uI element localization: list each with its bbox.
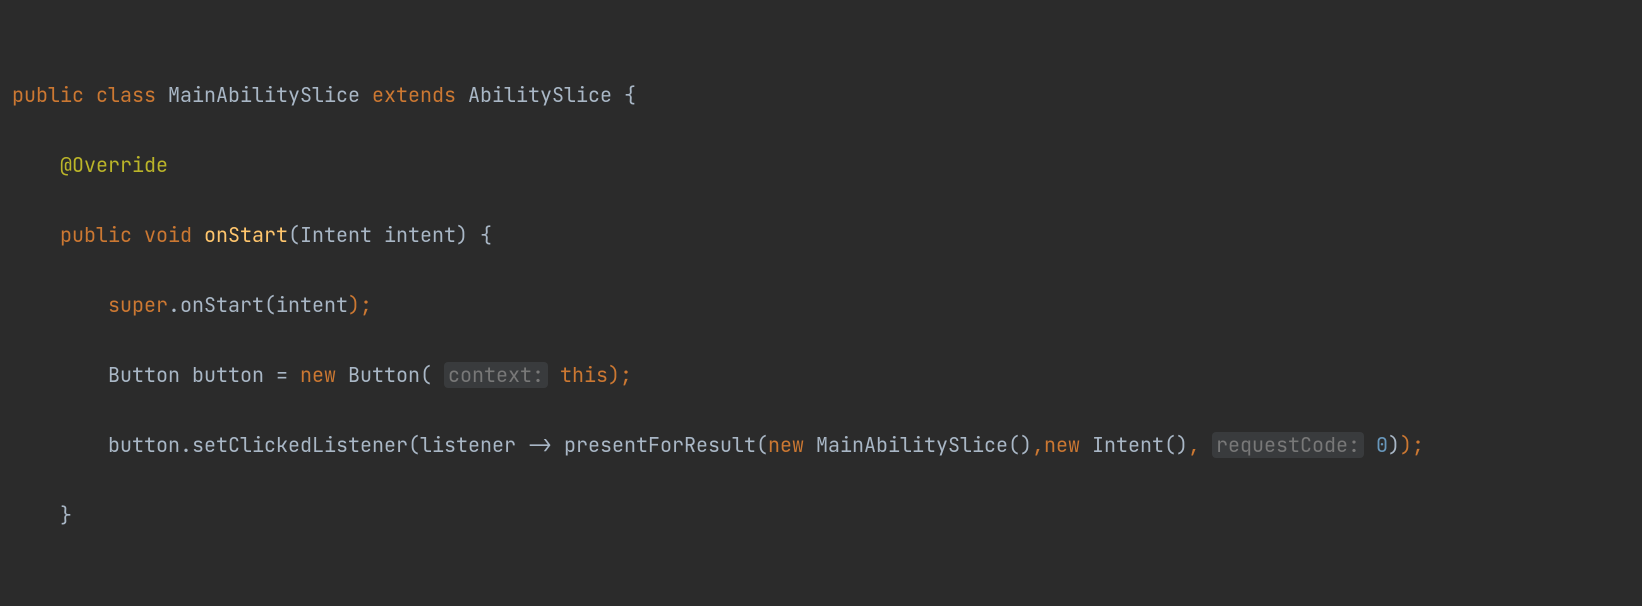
paren-close-semi: ); bbox=[348, 292, 372, 318]
keyword-this: this bbox=[560, 362, 608, 388]
paren-pair: () bbox=[1164, 432, 1188, 458]
arrow: -> bbox=[528, 432, 552, 458]
code-line[interactable]: button.setClickedListener(listener -> pr… bbox=[12, 428, 1642, 463]
paren-open: ( bbox=[264, 292, 276, 318]
call-presentForResult: presentForResult bbox=[564, 432, 756, 458]
paren-open: ( bbox=[408, 432, 420, 458]
literal-zero: 0 bbox=[1376, 432, 1388, 458]
comma: , bbox=[1188, 432, 1200, 458]
paren-close-semi: ); bbox=[608, 362, 632, 388]
method-onStart: onStart bbox=[204, 222, 288, 248]
code-line[interactable]: @Override bbox=[12, 148, 1642, 183]
keyword-new: new bbox=[1044, 432, 1080, 458]
superclass-name: AbilitySlice bbox=[468, 82, 612, 108]
assign: = bbox=[276, 362, 288, 388]
code-line[interactable]: public class MainAbilitySlice extends Ab… bbox=[12, 78, 1642, 113]
dot: . bbox=[180, 432, 192, 458]
dot: . bbox=[168, 292, 180, 318]
var-button: button bbox=[108, 432, 180, 458]
code-line[interactable]: } bbox=[12, 498, 1642, 533]
keyword-new: new bbox=[300, 362, 336, 388]
keyword-super: super bbox=[108, 292, 168, 318]
var-button: button bbox=[192, 362, 264, 388]
keyword-public: public bbox=[60, 222, 132, 248]
arg-intent: intent bbox=[276, 292, 348, 318]
paren-open: ( bbox=[288, 222, 300, 248]
brace-close: } bbox=[60, 502, 72, 528]
code-line[interactable]: Button button = new Button( context: thi… bbox=[12, 358, 1642, 393]
paren-close: ) bbox=[456, 222, 468, 248]
brace-open: { bbox=[480, 222, 492, 248]
annotation-override: @Override bbox=[60, 152, 168, 178]
ctor-button: Button bbox=[348, 362, 420, 388]
code-editor[interactable]: public class MainAbilitySlice extends Ab… bbox=[0, 0, 1642, 606]
class-name: MainAbilitySlice bbox=[168, 82, 360, 108]
hint-requestCode: requestCode: bbox=[1212, 432, 1364, 458]
keyword-extends: extends bbox=[372, 82, 456, 108]
brace-open: { bbox=[624, 82, 636, 108]
keyword-new: new bbox=[768, 432, 804, 458]
param-intent: intent bbox=[384, 222, 456, 248]
paren-close: ) bbox=[1388, 432, 1400, 458]
paren-open: ( bbox=[756, 432, 768, 458]
call-setClickedListener: setClickedListener bbox=[192, 432, 408, 458]
type-button: Button bbox=[108, 362, 180, 388]
ctor-intent: Intent bbox=[1092, 432, 1164, 458]
type-intent: Intent bbox=[300, 222, 372, 248]
comma: , bbox=[1032, 432, 1044, 458]
paren-close-semi: ); bbox=[1400, 432, 1424, 458]
keyword-class: class bbox=[96, 82, 156, 108]
keyword-void: void bbox=[144, 222, 192, 248]
paren-pair: () bbox=[1008, 432, 1032, 458]
hint-context: context: bbox=[444, 362, 548, 388]
paren-open: ( bbox=[420, 362, 432, 388]
ctor-mainabilityslice: MainAbilitySlice bbox=[816, 432, 1008, 458]
code-line[interactable]: public void onStart(Intent intent) { bbox=[12, 218, 1642, 253]
keyword-public: public bbox=[12, 82, 84, 108]
code-line-blank[interactable] bbox=[12, 568, 1642, 603]
param-listener: listener bbox=[420, 432, 516, 458]
call-onStart: onStart bbox=[180, 292, 264, 318]
code-line[interactable]: super.onStart(intent); bbox=[12, 288, 1642, 323]
